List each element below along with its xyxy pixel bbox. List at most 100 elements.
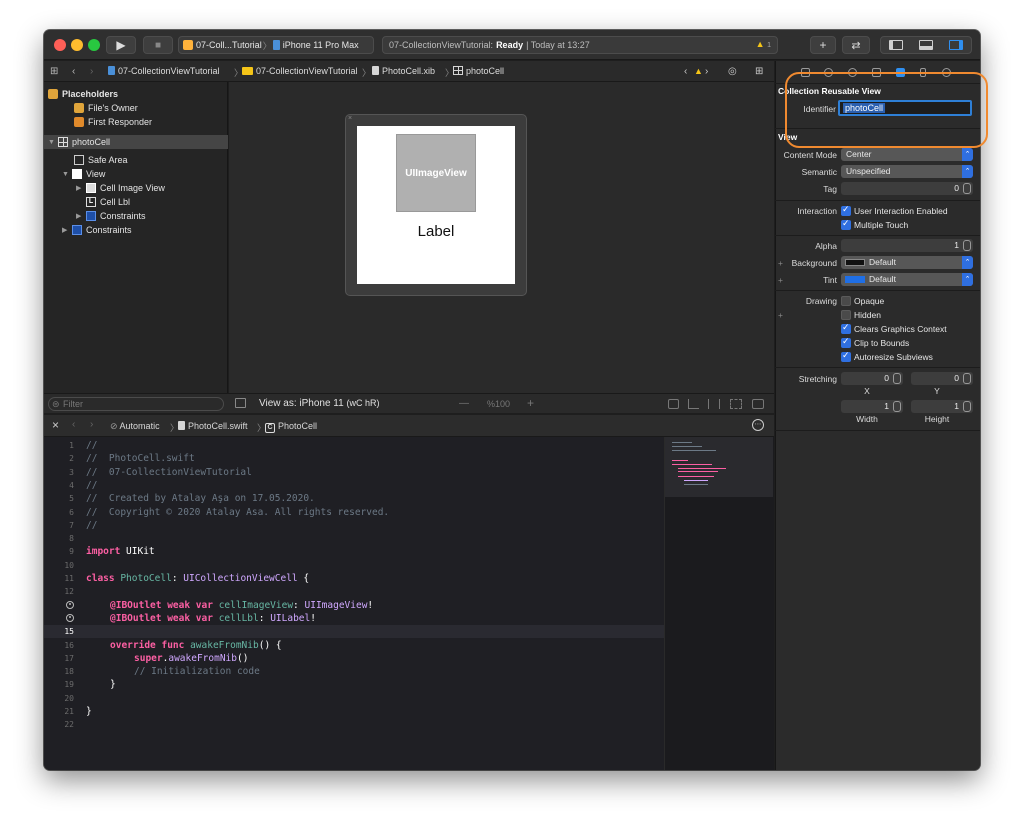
resolve-issues-icon[interactable] [730,399,742,409]
inspector-toggle-icon[interactable] [949,40,963,50]
stretching-x-stepper[interactable] [893,373,901,384]
outline-item-constraints-inner[interactable]: ▶ Constraints [76,209,146,223]
disclosure-open-icon[interactable]: ▼ [48,139,58,146]
add-constraints-icon[interactable] [708,399,720,409]
alpha-field[interactable]: 1 [841,239,973,252]
clears-graphics-checkbox[interactable] [841,322,851,334]
stretching-x-field[interactable]: 0 [841,372,903,385]
opaque-checkbox[interactable] [841,296,851,306]
code-class-name: PhotoCell [114,573,172,584]
close-window-button[interactable] [54,39,66,51]
code-line-current: 15 [44,625,664,639]
warning-issue-icon[interactable]: ▲ [694,66,703,76]
zoom-window-button[interactable] [88,39,100,51]
minimap-line [684,484,708,485]
outline-item-safe-area[interactable]: Safe Area [74,153,128,167]
zoom-in-button[interactable]: + [527,396,534,410]
warning-indicator[interactable]: ▲ 1 [756,39,771,49]
outline-item-photocell[interactable]: ▼ photoCell [44,135,228,149]
autoresize-checkbox[interactable] [841,350,851,362]
editor-options-icon[interactable]: ⋯ [752,419,764,431]
line-number: 9 [69,547,74,557]
breadcrumb-class[interactable]: C PhotoCell [265,421,317,433]
hidden-variation-add[interactable]: + [778,310,788,320]
width-caption: Width [856,414,878,424]
view-as-traits: (wC hR) [346,398,380,408]
back-arrow-icon[interactable]: ‹ [72,419,75,430]
background-select[interactable]: Default ⌃ [841,256,973,269]
navigator-toggle-icon[interactable] [889,40,903,50]
outlet-connected-icon[interactable] [66,613,74,622]
outline-filter-input[interactable]: ⊜ Filter [48,397,224,411]
hidden-checkbox[interactable] [841,310,851,320]
breadcrumb-object[interactable]: photoCell [453,66,504,76]
minimize-window-button[interactable] [71,39,83,51]
disclosure-closed-icon[interactable]: ▶ [76,212,86,220]
debug-area-icon[interactable] [752,399,764,409]
clip-to-bounds-checkbox[interactable] [841,336,851,348]
previous-issue-icon[interactable]: ‹ [684,66,687,77]
related-items-icon[interactable]: ⊞ [50,66,58,77]
ui-image-view[interactable]: UIImageView [396,134,476,212]
outline-item-cell-lbl[interactable]: L Cell Lbl [86,195,130,209]
device-config-button[interactable]: View as: iPhone 11 (wC hR) [259,398,379,409]
hide-outline-icon[interactable] [235,398,246,408]
outline-item-first-responder[interactable]: First Responder [74,115,152,129]
stretching-height-field[interactable]: 1 [911,400,973,413]
alpha-stepper[interactable] [963,240,971,251]
scheme-selector[interactable]: 07-Coll...Tutorial 〉 iPhone 11 Pro Max [178,36,374,54]
line-number: 15 [64,627,74,637]
debug-area-toggle-icon[interactable] [919,40,933,50]
tag-field[interactable]: 0 [841,182,973,195]
tint-select[interactable]: Default ⌃ [841,273,973,286]
forward-arrow-icon[interactable]: › [90,419,93,430]
user-interaction-checkbox[interactable] [841,204,851,216]
code-editor[interactable]: 1 // 2 // PhotoCell.swift 3 // 07-Collectio… [44,437,664,770]
editor-jump-bar: × ‹ › ⊘ Automatic 〉 PhotoCell.swift 〉 CP… [44,415,774,437]
breadcrumb-folder[interactable]: 07-CollectionViewTutorial [242,66,358,76]
back-arrow-icon[interactable]: ‹ [72,66,75,77]
library-button[interactable]: + [810,36,836,54]
cell-close-icon[interactable]: × [348,115,352,122]
ui-label[interactable]: Label [396,223,476,240]
code-line: 17 super.awakeFromNib() [44,652,664,665]
breadcrumb-swift-file[interactable]: PhotoCell.swift [178,421,248,431]
breadcrumb-project[interactable]: 07-CollectionViewTutorial [108,66,220,76]
filter-icon: ⊜ [52,399,60,409]
outlet-connected-icon[interactable] [66,600,74,609]
jump-bar: ⊞ ‹ › 07-CollectionViewTutorial 〉 07-Col… [44,61,774,82]
content-mode-select[interactable]: Center ⌃ [841,148,973,161]
code-review-button[interactable]: ⇄ [842,36,870,54]
outline-item-cell-image-view[interactable]: ▶ Cell Image View [76,181,165,195]
disclosure-closed-icon[interactable]: ▶ [62,226,72,234]
embed-in-icon[interactable] [668,399,679,409]
stretching-width-stepper[interactable] [893,401,901,412]
stop-button[interactable]: ■ [143,36,173,54]
stretching-width-field[interactable]: 1 [841,400,903,413]
line-number: 8 [69,534,74,544]
stretching-y-field[interactable]: 0 [911,372,973,385]
forward-arrow-icon[interactable]: › [90,66,93,77]
align-icon[interactable] [688,399,699,409]
tint-label: Tint [823,275,837,285]
run-button[interactable]: ▶ [106,36,136,54]
outline-item-constraints-outer[interactable]: ▶ Constraints [62,223,132,237]
adjust-editor-icon[interactable]: ◎ [728,66,737,77]
zoom-out-button[interactable]: — [459,398,469,409]
next-issue-icon[interactable]: › [705,66,708,77]
close-editor-icon[interactable]: × [52,418,59,432]
add-editor-icon[interactable]: ⊞ [755,66,763,77]
stretching-height-stepper[interactable] [963,401,971,412]
code-text: // [86,479,98,491]
outline-item-view[interactable]: ▼ View [62,167,105,181]
outline-item-files-owner[interactable]: File's Owner [74,101,138,115]
disclosure-open-icon[interactable]: ▼ [62,171,72,178]
multiple-touch-checkbox[interactable] [841,218,851,230]
tag-stepper[interactable] [963,183,971,194]
disclosure-closed-icon[interactable]: ▶ [76,184,86,192]
semantic-select[interactable]: Unspecified ⌃ [841,165,973,178]
assistant-mode[interactable]: ⊘ Automatic [110,421,160,432]
breadcrumb-file[interactable]: PhotoCell.xib [372,66,435,76]
stretching-y-stepper[interactable] [963,373,971,384]
code-text: { [297,573,310,584]
